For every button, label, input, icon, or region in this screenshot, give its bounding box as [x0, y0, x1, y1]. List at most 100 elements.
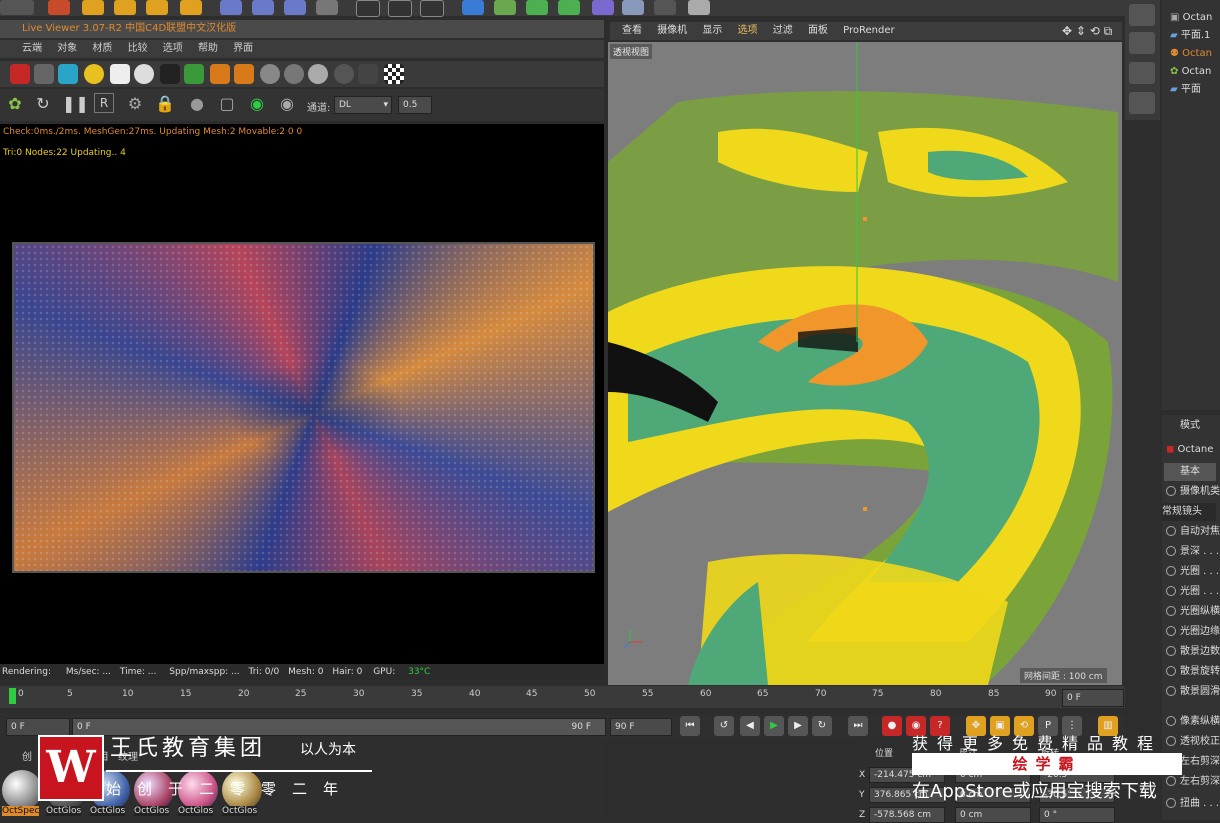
- scale-tool-icon[interactable]: [114, 0, 136, 15]
- attr-row[interactable]: 散景边数: [1166, 643, 1220, 661]
- attr-row[interactable]: 景深 . . .: [1166, 543, 1219, 561]
- start-frame-field[interactable]: 0 F: [6, 718, 70, 736]
- add-tool-icon[interactable]: [180, 0, 202, 15]
- vp-menu-filter[interactable]: 过滤: [773, 25, 793, 36]
- attr-row[interactable]: 像素纵横: [1166, 713, 1220, 731]
- attr-row[interactable]: 摄像机类: [1166, 483, 1220, 501]
- vp-menu-display[interactable]: 显示: [702, 25, 722, 36]
- polygons-mode-icon[interactable]: [1129, 62, 1155, 84]
- attr-row[interactable]: 光圈 . . .: [1166, 563, 1219, 581]
- prev-key-icon[interactable]: ↺: [714, 716, 734, 736]
- scatter-icon[interactable]: [184, 64, 204, 84]
- vp-menu-prorender[interactable]: ProRender: [843, 25, 894, 36]
- tab-mode[interactable]: 模式: [1180, 417, 1200, 435]
- x-axis-icon[interactable]: [220, 0, 242, 15]
- refresh-icon[interactable]: ↻: [32, 93, 54, 115]
- sphere-preview-icon[interactable]: ●: [186, 93, 208, 115]
- object-row[interactable]: ✿ Octan: [1170, 64, 1211, 80]
- texture-icon[interactable]: [358, 64, 378, 84]
- vp-menu-options[interactable]: 选项: [738, 25, 758, 36]
- model-mode-icon[interactable]: [1129, 92, 1155, 114]
- render-settings-icon[interactable]: [420, 0, 444, 17]
- object-row[interactable]: ▰ 平面.1: [1170, 28, 1210, 44]
- menu-objects[interactable]: 对象: [57, 43, 77, 54]
- rot-b-field[interactable]: 0 °: [1039, 807, 1115, 823]
- coord-system-icon[interactable]: [316, 0, 338, 15]
- render-camera-icon[interactable]: [10, 64, 30, 84]
- rotate-tool-icon[interactable]: [146, 0, 168, 15]
- sun-icon[interactable]: [84, 64, 104, 84]
- pause-icon[interactable]: ❚❚: [62, 93, 89, 115]
- diffuse-sphere-icon[interactable]: [260, 64, 280, 84]
- next-frame-icon[interactable]: ▶: [788, 716, 808, 736]
- specular-sphere-icon[interactable]: [308, 64, 328, 84]
- attr-row[interactable]: 自动对焦: [1166, 523, 1220, 541]
- z-axis-icon[interactable]: [284, 0, 306, 15]
- light-icon[interactable]: [688, 0, 710, 15]
- menu-materials[interactable]: 材质: [92, 43, 112, 54]
- prev-frame-icon[interactable]: ◀: [740, 716, 760, 736]
- half-sphere-icon[interactable]: [34, 64, 54, 84]
- checker-icon[interactable]: [384, 64, 404, 84]
- y-axis-icon[interactable]: [252, 0, 274, 15]
- attr-row[interactable]: 光圈 . . .: [1166, 583, 1219, 601]
- render-start-icon[interactable]: ✿: [4, 93, 26, 115]
- edges-mode-icon[interactable]: [1129, 32, 1155, 54]
- vp-menu-panel[interactable]: 面板: [808, 25, 828, 36]
- object-tag-2-icon[interactable]: [234, 64, 254, 84]
- camera-icon[interactable]: [654, 0, 676, 15]
- next-key-icon[interactable]: ↻: [812, 716, 832, 736]
- attr-row[interactable]: 左右剪深: [1166, 773, 1220, 791]
- cube-icon[interactable]: [462, 0, 484, 15]
- glossy-sphere-icon[interactable]: [284, 64, 304, 84]
- settings-gear-icon[interactable]: ⚙: [124, 93, 146, 115]
- render-view-icon[interactable]: [356, 0, 380, 17]
- mat-tab-create[interactable]: 创: [22, 748, 32, 763]
- record-icon[interactable]: ●: [882, 716, 902, 736]
- camera-tag-icon[interactable]: [160, 64, 180, 84]
- target-light-icon[interactable]: [134, 64, 154, 84]
- generator-icon[interactable]: [526, 0, 548, 15]
- select-tool-icon[interactable]: [48, 0, 70, 15]
- focus-pick-icon[interactable]: ◉: [246, 93, 268, 115]
- timeline-ruler[interactable]: 0 5 10 15 20 25 30 35 40 45 50 55 60 65 …: [0, 686, 1125, 708]
- play-icon[interactable]: ▶: [764, 716, 784, 736]
- menu-options[interactable]: 选项: [163, 43, 183, 54]
- points-mode-icon[interactable]: [1129, 4, 1155, 26]
- area-light-icon[interactable]: [110, 64, 130, 84]
- attr-row[interactable]: 扭曲 . . .: [1166, 795, 1219, 813]
- attr-row[interactable]: 散景旋转: [1166, 663, 1220, 681]
- pos-z-field[interactable]: -578.568 cm: [869, 807, 945, 823]
- mix-sphere-icon[interactable]: [334, 64, 354, 84]
- attr-row[interactable]: 透视校正: [1166, 733, 1220, 751]
- vp-menu-view[interactable]: 查看: [622, 25, 642, 36]
- channel-number-field[interactable]: 0.5: [398, 96, 432, 114]
- crop-icon[interactable]: ▢: [216, 93, 238, 115]
- channel-select[interactable]: DL ▾: [334, 96, 392, 114]
- array-icon[interactable]: [558, 0, 580, 15]
- menu-compare[interactable]: 比较: [128, 43, 148, 54]
- tab-basic[interactable]: 基本: [1164, 463, 1216, 481]
- region-render-icon[interactable]: R: [94, 93, 114, 113]
- deformer-icon[interactable]: [592, 0, 614, 15]
- move-tool-icon[interactable]: [82, 0, 104, 15]
- material-swatch[interactable]: [2, 770, 42, 810]
- undo-icon[interactable]: [0, 0, 34, 15]
- object-tag-icon[interactable]: [210, 64, 230, 84]
- viewport-nav-icons[interactable]: ✥ ⇕ ⟲ ⧉: [1062, 24, 1112, 39]
- go-start-icon[interactable]: ⏮: [680, 716, 700, 736]
- spline-icon[interactable]: [494, 0, 516, 15]
- floor-icon[interactable]: [622, 0, 644, 15]
- playhead[interactable]: [9, 688, 16, 704]
- go-end-icon[interactable]: ⏭: [848, 716, 868, 736]
- material-sphere-icon[interactable]: [58, 64, 78, 84]
- lock-icon[interactable]: 🔒: [154, 93, 176, 115]
- menu-help[interactable]: 帮助: [198, 43, 218, 54]
- object-row[interactable]: ▣ Octan: [1170, 10, 1212, 26]
- menu-interface[interactable]: 界面: [233, 43, 253, 54]
- perspective-viewport[interactable]: [608, 42, 1122, 685]
- end-frame-field[interactable]: 90 F: [610, 718, 672, 736]
- attr-section[interactable]: 常规镜头: [1162, 503, 1216, 521]
- attr-row[interactable]: 光圈边缘: [1166, 623, 1220, 641]
- vp-menu-camera[interactable]: 摄像机: [657, 25, 687, 36]
